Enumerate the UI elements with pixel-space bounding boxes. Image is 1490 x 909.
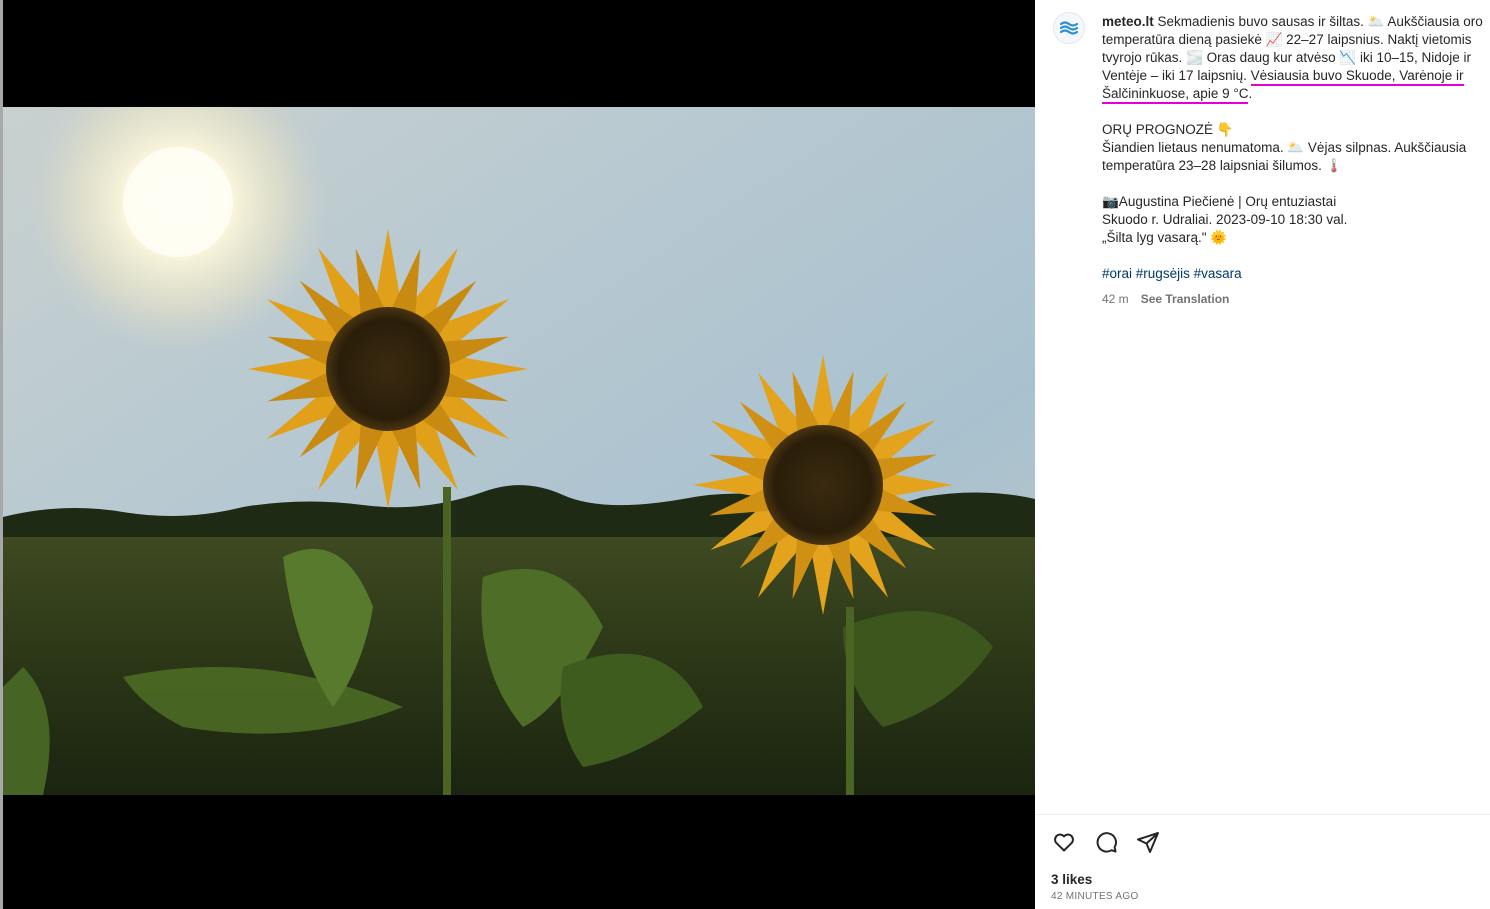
photo-quote: „Šilta lyg vasarą." 🌞: [1102, 230, 1228, 245]
hashtag-link[interactable]: #vasara: [1194, 266, 1242, 281]
hashtag-link[interactable]: #rugsėjis: [1136, 266, 1190, 281]
like-button[interactable]: [1051, 829, 1077, 855]
caption-paragraph-1: meteo.lt Sekmadienis buvo sausas ir šilt…: [1102, 13, 1485, 104]
post-actions-footer: 3 likes 42 MINUTES AGO: [1035, 814, 1490, 909]
comment-button[interactable]: [1093, 829, 1119, 855]
caption-meta-row: 42 m See Translation: [1102, 290, 1485, 308]
post-username[interactable]: meteo.lt: [1102, 14, 1154, 29]
post-photo[interactable]: [3, 107, 1035, 795]
post-side-panel: meteo.lt Sekmadienis buvo sausas ir šilt…: [1035, 0, 1490, 909]
hashtags: #orai #rugsėjis #vasara: [1102, 265, 1485, 283]
likes-count[interactable]: 3 likes: [1051, 872, 1092, 887]
share-button[interactable]: [1135, 829, 1161, 855]
hashtag-link[interactable]: #orai: [1102, 266, 1132, 281]
heart-icon: [1054, 833, 1074, 852]
photo-place: Skuodo r. Udraliai. 2023-09-10 18:30 val…: [1102, 212, 1348, 227]
see-translation-button[interactable]: See Translation: [1141, 290, 1230, 308]
caption-period: .: [1248, 86, 1253, 101]
share-icon: [1137, 832, 1159, 853]
forecast-heading: ORŲ PROGNOZĖ 👇: [1102, 122, 1234, 137]
action-bar: [1051, 829, 1161, 855]
post-timestamp: 42 MINUTES AGO: [1051, 891, 1139, 902]
photo-credit: 📷Augustina Piečienė | Orų entuziastai: [1102, 194, 1337, 209]
caption-time: 42 m: [1102, 292, 1129, 306]
sunflower-photo: [3, 107, 1035, 795]
caption-text: meteo.lt Sekmadienis buvo sausas ir šilt…: [1102, 13, 1485, 308]
meteo-logo-icon: [1059, 21, 1079, 35]
media-pane: [3, 0, 1035, 909]
comment-icon: [1096, 832, 1117, 853]
forecast-body: Šiandien lietaus nenumatoma. 🌥️ Vėjas si…: [1102, 140, 1467, 173]
avatar[interactable]: [1053, 12, 1085, 44]
